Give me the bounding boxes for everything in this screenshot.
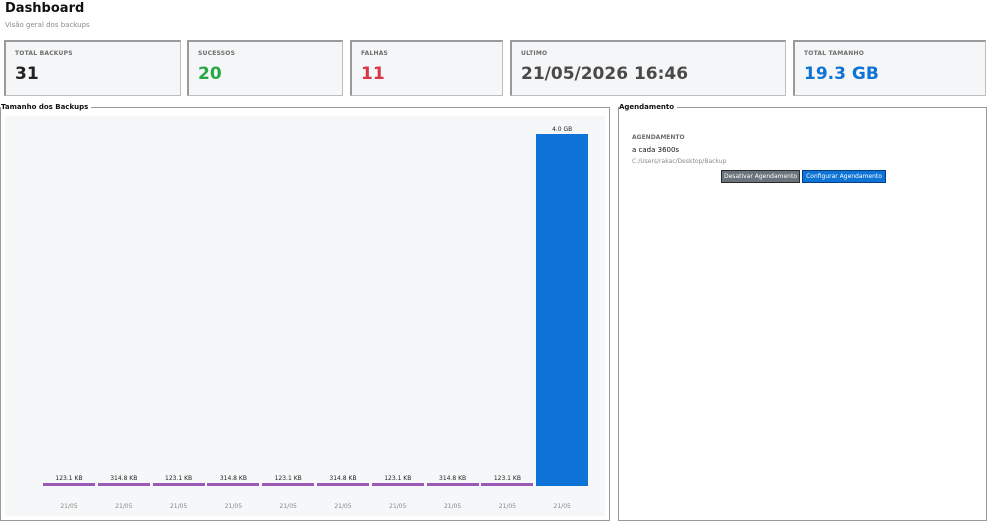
chart-bar — [43, 483, 95, 486]
chart-x-tick-label: 21/05 — [443, 503, 462, 510]
chart-data-label: 123.1 KB — [165, 475, 193, 482]
chart-x-tick-label: 21/05 — [115, 503, 133, 510]
configure-schedule-button[interactable]: Configurar Agendamento — [802, 170, 886, 183]
schedule-heading: AGENDAMENTO — [632, 134, 685, 141]
card-value: 19.3 GB — [804, 64, 879, 84]
chart-x-tick-label: 21/05 — [279, 503, 297, 510]
card-value: 21/05/2026 16:46 — [521, 64, 689, 84]
chart-x-tick-label: 21/05 — [60, 503, 78, 510]
chart-bar — [426, 483, 479, 486]
chart-x-tick-label: 21/05 — [169, 503, 188, 510]
stat-card-falhas: FALHAS 11 — [350, 40, 503, 96]
chart-panel-title: Tamanho dos Backups — [1, 103, 92, 112]
page-title: Dashboard — [5, 1, 85, 16]
chart-x-tick-label: 21/05 — [224, 503, 243, 510]
card-label: FALHAS — [361, 50, 389, 57]
card-label: SUCESSOS — [198, 50, 236, 57]
chart-x-tick-label: 21/05 — [389, 503, 407, 510]
schedule-interval: a cada 3600s — [632, 146, 680, 154]
chart-data-label: 314.8 KB — [329, 475, 357, 482]
chart-bar — [262, 483, 315, 486]
chart-data-label: 314.8 KB — [439, 475, 467, 482]
chart-area: 123.1 KB 21/05 314.8 KB 21/05 123.1 KB 21/05 3… — [5, 116, 605, 516]
disable-schedule-button[interactable]: Desativar Agendamento — [721, 170, 800, 183]
card-label: TOTAL TAMANHO — [804, 50, 865, 57]
stat-card-total-tamanho: TOTAL TAMANHO 19.3 GB — [793, 40, 986, 96]
chart-bar — [152, 483, 205, 486]
card-value: 20 — [198, 64, 222, 84]
chart-x-tick-label: 21/05 — [334, 503, 352, 510]
card-value: 11 — [361, 64, 385, 84]
card-label: TOTAL BACKUPS — [15, 50, 73, 57]
chart-bar — [536, 134, 589, 486]
chart-data-label: 123.1 KB — [493, 475, 521, 482]
chart-data-label: 4.0 GB — [552, 126, 573, 133]
stat-card-total-backups: TOTAL BACKUPS 31 — [4, 40, 181, 96]
card-label: ULTIMO — [521, 50, 548, 57]
chart-x-tick-label: 21/05 — [498, 503, 517, 510]
chart-bar — [481, 483, 534, 486]
chart-x-tick-label: 21/05 — [553, 503, 571, 510]
stat-card-ultimo: ULTIMO 21/05/2026 16:46 — [510, 40, 786, 96]
card-value: 31 — [15, 64, 39, 84]
chart-data-label: 123.1 KB — [274, 475, 302, 482]
chart-bar — [97, 483, 150, 486]
chart-data-label: 123.1 KB — [384, 475, 412, 482]
chart-data-label: 314.8 KB — [110, 475, 138, 482]
chart-bar — [317, 483, 369, 486]
stat-card-sucessos: SUCESSOS 20 — [187, 40, 343, 96]
schedule-path: C:/Users/rakac/Desktop/Backup — [632, 158, 727, 165]
chart-data-label: 123.1 KB — [55, 475, 83, 482]
chart-bar — [371, 483, 424, 486]
chart-bar — [207, 483, 260, 486]
chart-data-label: 314.8 KB — [219, 475, 247, 482]
page-subtitle: Visão geral dos backups — [5, 21, 90, 29]
schedule-panel-title: Agendamento — [619, 103, 678, 112]
